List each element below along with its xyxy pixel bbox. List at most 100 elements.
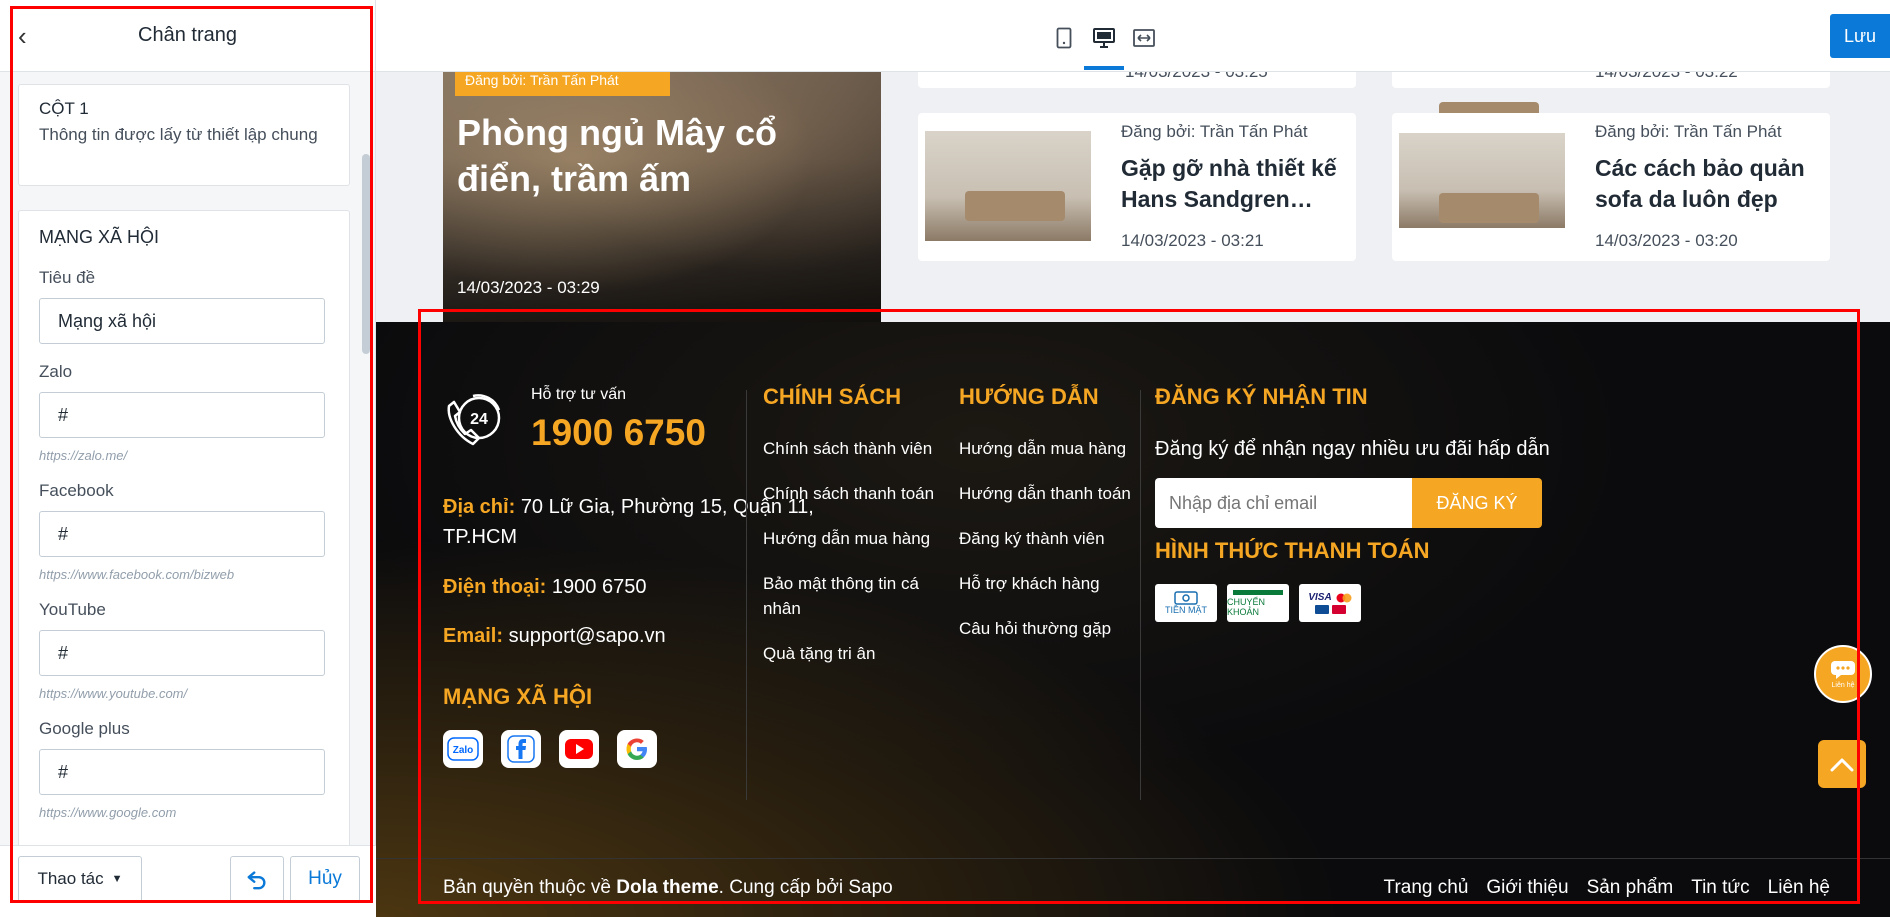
contact-float-label: Liên hệ bbox=[1831, 681, 1855, 689]
copyright-brand[interactable]: Dola theme bbox=[616, 877, 718, 898]
zalo-icon[interactable]: Zalo bbox=[443, 730, 483, 768]
field-youtube-label: YouTube bbox=[39, 600, 106, 619]
blog-card-top-1[interactable]: 14/03/2023 - 03:25 bbox=[918, 72, 1356, 88]
blog-card-title[interactable]: Gặp gỡ nhà thiết kế Hans Sandgren… bbox=[1121, 153, 1341, 215]
undo-icon bbox=[247, 871, 266, 890]
field-zalo-label: Zalo bbox=[39, 362, 73, 381]
actions-dropdown-button[interactable]: Thao tác ▼ bbox=[18, 856, 142, 902]
facebook-icon[interactable] bbox=[501, 730, 541, 768]
guide-link[interactable]: Hướng dẫn mua hàng bbox=[959, 436, 1139, 461]
social-settings-card: MẠNG XÃ HỘI Tiêu đề Zalo https://zalo.me… bbox=[18, 210, 350, 845]
site-footer[interactable]: 24 Hỗ trợ tư vấn 1900 6750 Địa chỉ: 70 L… bbox=[376, 322, 1890, 917]
featured-blog-post[interactable]: Đăng bởi: Trần Tấn Phát Phòng ngủ Mây cổ… bbox=[443, 72, 881, 332]
field-facebook: Facebook https://www.facebook.com/bizweb bbox=[39, 481, 329, 582]
panel-footer: Thao tác ▼ Hủy bbox=[0, 845, 376, 917]
footer-bottom-divider bbox=[376, 858, 1890, 859]
scroll-top-button[interactable] bbox=[1818, 740, 1866, 788]
bottom-nav-products[interactable]: Sản phẩm bbox=[1587, 877, 1674, 899]
policy-link[interactable]: Quà tặng tri ân bbox=[763, 641, 943, 666]
zalo-input[interactable] bbox=[39, 392, 325, 438]
copyright: Bản quyền thuộc về Dola theme. Cung cấp … bbox=[443, 877, 893, 899]
cash-icon: TIỀN MẶT bbox=[1155, 584, 1217, 622]
24h-phone-icon: 24 bbox=[447, 394, 501, 446]
column1-card[interactable]: CỘT 1 Thông tin được lấy từ thiết lập ch… bbox=[18, 84, 350, 186]
guide-links: Hướng dẫn mua hàng Hướng dẫn thanh toán … bbox=[959, 436, 1139, 661]
youtube-input[interactable] bbox=[39, 630, 325, 676]
field-google-plus-label: Google plus bbox=[39, 719, 130, 738]
footer-phone: Điện thoại: 1900 6750 bbox=[443, 576, 646, 599]
hotline-label: Hỗ trợ tư vấn bbox=[531, 386, 627, 403]
hotline-number[interactable]: 1900 6750 bbox=[531, 412, 706, 454]
policy-link[interactable]: Hướng dẫn mua hàng bbox=[763, 526, 943, 551]
blog-card-title[interactable]: Các cách bảo quản sofa da luôn đẹp bbox=[1595, 153, 1815, 215]
chevron-up-icon bbox=[1830, 758, 1854, 772]
cancel-button[interactable]: Hủy bbox=[290, 856, 360, 902]
desktop-icon bbox=[1093, 28, 1115, 48]
guide-link[interactable]: Đăng ký thành viên bbox=[959, 526, 1139, 551]
device-mobile-button[interactable] bbox=[1048, 22, 1080, 54]
blog-card-top-2-date: 14/03/2023 - 03:22 bbox=[1595, 72, 1738, 82]
field-zalo-hint: https://zalo.me/ bbox=[39, 448, 128, 463]
chevron-left-icon[interactable]: ‹ bbox=[18, 22, 27, 50]
youtube-icon[interactable] bbox=[559, 730, 599, 768]
theme-settings-panel: ‹ Chân trang CỘT 1 Thông tin được lấy từ… bbox=[0, 0, 376, 917]
panel-scroll-area[interactable]: CỘT 1 Thông tin được lấy từ thiết lập ch… bbox=[0, 72, 376, 845]
save-button[interactable]: Lưu bbox=[1830, 14, 1890, 58]
device-fullwidth-button[interactable] bbox=[1128, 22, 1160, 54]
visa-icon: VISA bbox=[1299, 584, 1361, 622]
cash-label: TIỀN MẶT bbox=[1165, 605, 1207, 615]
blog-card[interactable]: Đăng bởi: Trần Tấn Phát Các cách bảo quả… bbox=[1392, 113, 1830, 261]
field-facebook-hint: https://www.facebook.com/bizweb bbox=[39, 567, 235, 582]
guide-link[interactable]: Hướng dẫn thanh toán bbox=[959, 481, 1139, 506]
field-youtube-hint: https://www.youtube.com/ bbox=[39, 686, 188, 701]
title-input[interactable] bbox=[39, 298, 325, 344]
policy-link[interactable]: Chính sách thành viên bbox=[763, 436, 943, 461]
field-title-label: Tiêu đề bbox=[39, 268, 96, 287]
footer-social-icons: Zalo bbox=[443, 730, 657, 768]
contact-float-button[interactable]: Liên hệ bbox=[1814, 645, 1872, 703]
chat-icon bbox=[1831, 660, 1855, 679]
svg-text:24: 24 bbox=[470, 411, 488, 428]
fullwidth-icon bbox=[1133, 29, 1155, 47]
guide-link[interactable]: Câu hỏi thường gặp bbox=[959, 616, 1139, 641]
column1-heading: CỘT 1 bbox=[39, 99, 89, 118]
blog-card-image bbox=[925, 131, 1091, 241]
bottom-nav-about[interactable]: Giới thiệu bbox=[1486, 877, 1568, 899]
blog-card-author: Đăng bởi: Trần Tấn Phát bbox=[1121, 122, 1308, 141]
blog-card[interactable]: Đăng bởi: Trần Tấn Phát Gặp gỡ nhà thiết… bbox=[918, 113, 1356, 261]
bottom-nav-home[interactable]: Trang chủ bbox=[1384, 877, 1469, 899]
policy-link[interactable]: Bảo mật thông tin cá nhân bbox=[763, 571, 943, 621]
panel-title: Chân trang bbox=[138, 24, 237, 46]
email-label: Email: bbox=[443, 625, 504, 647]
bank-transfer-label: CHUYỂN KHOẢN bbox=[1227, 596, 1266, 617]
blog-card-top-2[interactable]: 14/03/2023 - 03:22 bbox=[1392, 72, 1830, 132]
panel-scrollbar[interactable] bbox=[362, 154, 370, 354]
social-settings-heading: MẠNG XÃ HỘI bbox=[39, 227, 160, 247]
footer-email: Email: support@sapo.vn bbox=[443, 625, 666, 648]
facebook-input[interactable] bbox=[39, 511, 325, 557]
copyright-prefix: Bản quyền thuộc về bbox=[443, 877, 617, 898]
undo-button[interactable] bbox=[230, 856, 284, 902]
blog-card-author: Đăng bởi: Trần Tấn Phát bbox=[1595, 122, 1782, 141]
bottom-nav-contact[interactable]: Liên hệ bbox=[1768, 877, 1830, 899]
bottom-nav-news[interactable]: Tin tức bbox=[1691, 877, 1749, 899]
svg-text:Zalo: Zalo bbox=[453, 745, 474, 756]
footer-bottom-nav: Trang chủ Giới thiệu Sản phẩm Tin tức Li… bbox=[1384, 877, 1830, 899]
guide-link[interactable]: Hỗ trợ khách hàng bbox=[959, 571, 1139, 596]
field-youtube: YouTube https://www.youtube.com/ bbox=[39, 600, 329, 701]
google-icon[interactable] bbox=[617, 730, 657, 768]
field-google-plus: Google plus https://www.google.com bbox=[39, 719, 329, 820]
bank-transfer-icon: CHUYỂN KHOẢN bbox=[1227, 584, 1289, 622]
mobile-icon bbox=[1056, 27, 1072, 49]
google-plus-input[interactable] bbox=[39, 749, 325, 795]
featured-blog-date: 14/03/2023 - 03:29 bbox=[457, 278, 600, 297]
newsletter-subscribe-button[interactable]: ĐĂNG KÝ bbox=[1412, 478, 1542, 528]
device-desktop-button[interactable] bbox=[1088, 22, 1120, 54]
policy-link[interactable]: Chính sách thanh toán bbox=[763, 481, 943, 506]
blog-card-top-1-date: 14/03/2023 - 03:25 bbox=[1125, 72, 1268, 82]
phone-value[interactable]: 1900 6750 bbox=[552, 576, 647, 598]
featured-blog-title[interactable]: Phòng ngủ Mây cổ điển, trầm ấm bbox=[457, 110, 867, 202]
phone-label: Điện thoại: bbox=[443, 576, 547, 598]
email-value[interactable]: support@sapo.vn bbox=[509, 625, 666, 647]
newsletter-heading: ĐĂNG KÝ NHẬN TIN bbox=[1155, 384, 1368, 409]
